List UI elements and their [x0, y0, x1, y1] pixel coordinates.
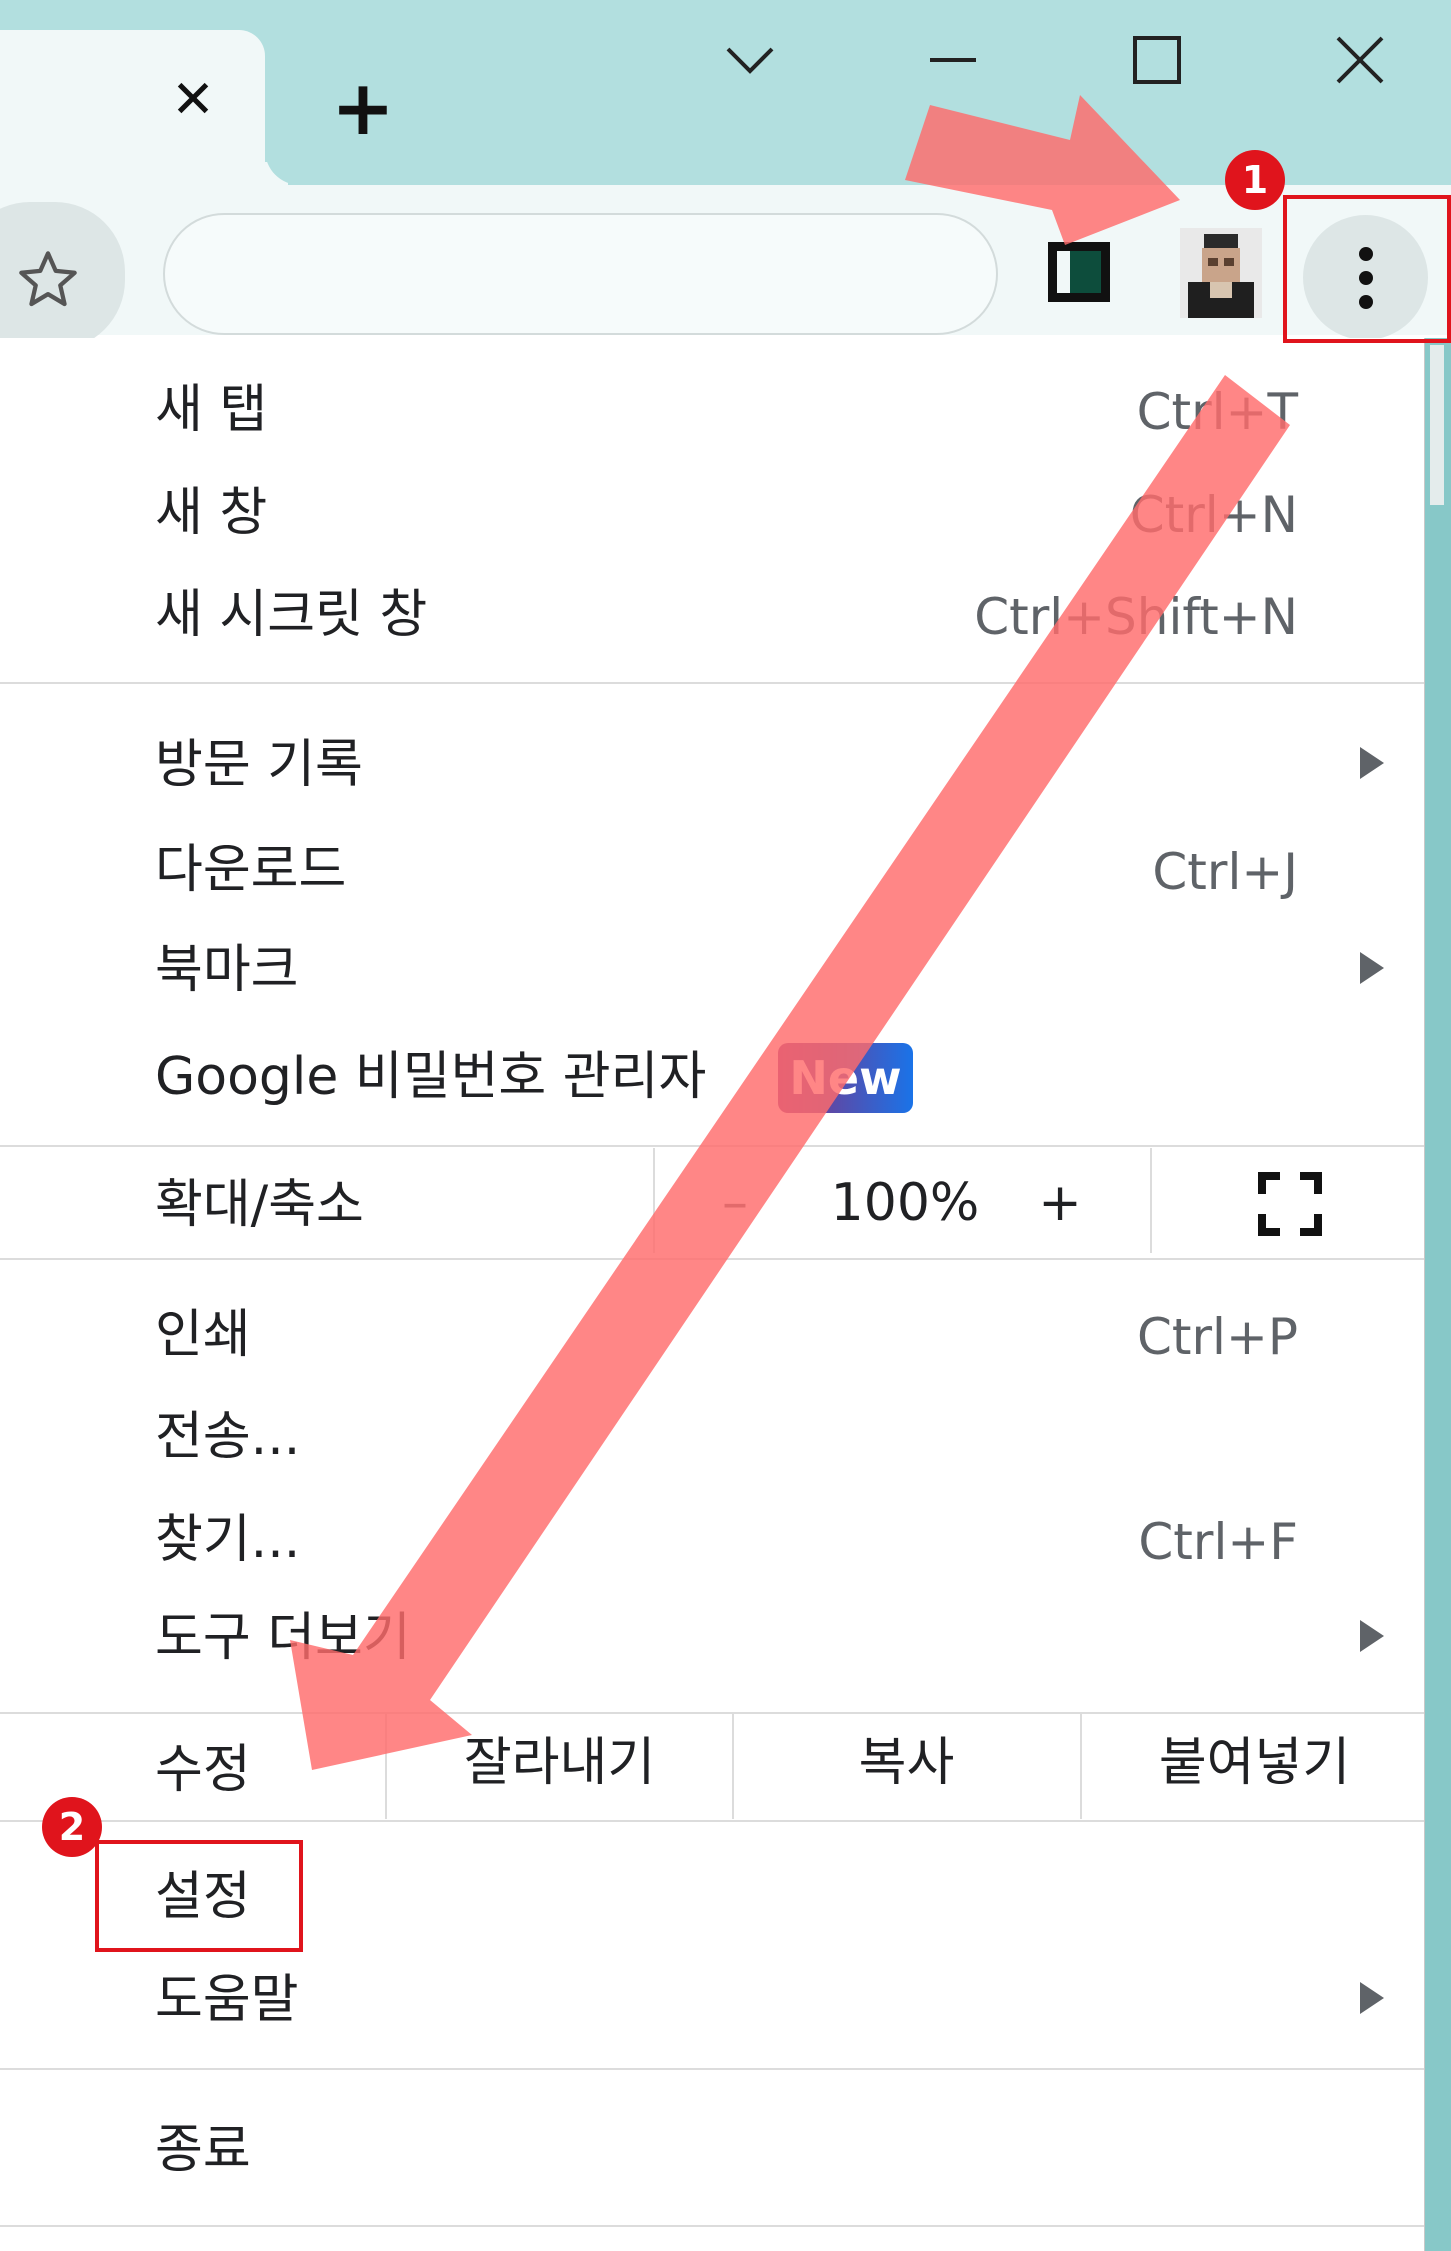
avatar[interactable] [1180, 228, 1262, 318]
zoom-in-button[interactable]: + [1030, 1168, 1090, 1238]
menu-item-history[interactable]: 방문 기록 [155, 730, 363, 800]
shortcut-new-tab: Ctrl+T [1136, 383, 1298, 441]
menu-item-password-manager[interactable]: Google 비밀번호 관리자 [155, 1042, 706, 1112]
shortcut-incognito: Ctrl+Shift+N [974, 588, 1298, 646]
zoom-divider [653, 1148, 655, 1253]
chevron-down-icon[interactable] [715, 25, 785, 95]
menu-separator [0, 2225, 1424, 2227]
cut-button[interactable]: 잘라내기 [387, 1728, 732, 1798]
highlight-box-settings [95, 1840, 303, 1952]
menu-item-exit[interactable]: 종료 [155, 2115, 251, 2185]
step-badge-2: 2 [42, 1797, 102, 1857]
menu-item-bookmarks[interactable]: 북마크 [155, 935, 299, 1005]
submenu-arrow-icon [1360, 1620, 1384, 1652]
new-badge: New [778, 1043, 913, 1113]
menu-item-print[interactable]: 인쇄 [155, 1300, 251, 1370]
menu-separator [0, 1258, 1424, 1260]
menu-separator [0, 1145, 1424, 1147]
minimize-icon[interactable] [918, 25, 988, 95]
star-icon[interactable] [8, 245, 88, 315]
menu-item-new-tab[interactable]: 새 탭 [155, 375, 267, 445]
shortcut-downloads: Ctrl+J [1152, 843, 1298, 901]
step-badge-1: 1 [1225, 150, 1285, 210]
zoom-out-button[interactable]: – [700, 1168, 770, 1238]
menu-separator [0, 1712, 1424, 1714]
tab-close-icon[interactable]: ✕ [165, 70, 221, 130]
shortcut-print: Ctrl+P [1136, 1308, 1298, 1366]
menu-item-help[interactable]: 도움말 [155, 1965, 299, 2035]
submenu-arrow-icon [1360, 1982, 1384, 2014]
menu-item-downloads[interactable]: 다운로드 [155, 835, 346, 905]
close-icon[interactable] [1325, 25, 1395, 95]
fullscreen-icon[interactable] [1258, 1172, 1322, 1236]
submenu-arrow-icon [1360, 952, 1384, 984]
paste-button[interactable]: 붙여넣기 [1082, 1728, 1427, 1798]
menu-separator [0, 2068, 1424, 2070]
menu-separator [0, 682, 1424, 684]
side-panel-icon[interactable] [1048, 242, 1110, 302]
maximize-icon[interactable] [1122, 25, 1192, 95]
menu-item-new-window[interactable]: 새 창 [155, 478, 267, 548]
shortcut-find: Ctrl+F [1138, 1513, 1298, 1571]
zoom-divider [1150, 1148, 1152, 1253]
copy-button[interactable]: 복사 [734, 1728, 1079, 1798]
shortcut-new-window: Ctrl+N [1129, 486, 1298, 544]
menu-separator [0, 1820, 1424, 1822]
address-bar[interactable] [163, 213, 998, 335]
scrollbar[interactable] [1430, 345, 1444, 505]
menu-item-more-tools[interactable]: 도구 더보기 [155, 1603, 411, 1673]
submenu-arrow-icon [1360, 747, 1384, 779]
new-tab-button[interactable]: + [328, 63, 398, 152]
page-edge [1425, 338, 1451, 2251]
zoom-level: 100% [830, 1173, 980, 1233]
edit-label: 수정 [155, 1740, 251, 1800]
menu-item-find[interactable]: 찾기... [155, 1505, 300, 1575]
browser-tab[interactable] [0, 30, 265, 185]
highlight-box-menu [1283, 195, 1451, 343]
menu-item-cast[interactable]: 전송... [155, 1402, 300, 1472]
zoom-label: 확대/축소 [155, 1175, 364, 1235]
menu-item-incognito[interactable]: 새 시크릿 창 [155, 580, 427, 650]
